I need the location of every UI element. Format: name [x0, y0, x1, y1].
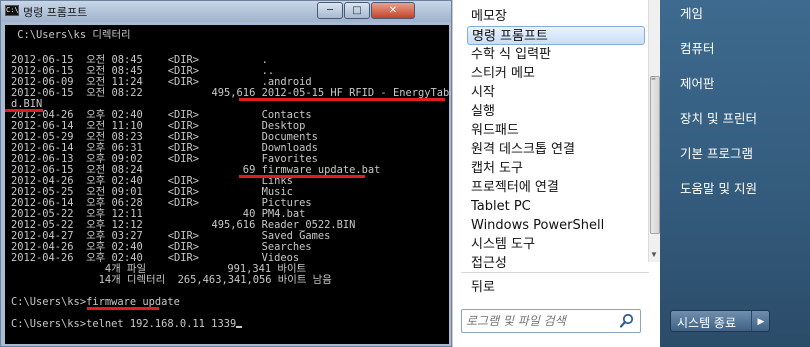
places-control-panel[interactable]: 제어판: [680, 73, 715, 92]
menu-item-snipping-tool[interactable]: 캡처 도구: [467, 159, 645, 178]
start-menu-programs: 메모장 명령 프롬프트 수학 식 입력판 스티커 메모 시작 실행 워드패드 원…: [452, 0, 658, 347]
menu-item-system-tools[interactable]: 시스템 도구: [467, 235, 645, 254]
cmd-titlebar[interactable]: C:\ 명령 프롬프트 ─ □ ✕: [1, 1, 451, 22]
highlight-underline: [239, 175, 365, 178]
menu-item-projector[interactable]: 프로젝터에 연결: [467, 178, 645, 197]
places-computer[interactable]: 컴퓨터: [680, 38, 715, 57]
close-button[interactable]: ✕: [371, 2, 415, 19]
menu-item-remote-desktop[interactable]: 원격 데스크톱 연결: [467, 140, 645, 159]
menu-item-command-prompt[interactable]: 명령 프롬프트: [467, 26, 645, 45]
menu-item-wordpad[interactable]: 워드패드: [467, 121, 645, 140]
cmd-window-title: 명령 프롬프트: [23, 6, 88, 19]
console-line: C:\Users\ks 디렉터리: [11, 29, 131, 41]
command-prompt-window: C:\ 명령 프롬프트 ─ □ ✕ C:\Users\ks 디렉터리 2012-…: [0, 0, 452, 347]
menu-item-math-input[interactable]: 수학 식 입력판: [467, 45, 645, 64]
menu-item-accessibility[interactable]: 접근성: [467, 254, 645, 273]
shutdown-options-arrow-icon[interactable]: ▶: [751, 311, 770, 331]
console-output[interactable]: C:\Users\ks 디렉터리 2012-06-15 오전 08:45 <DI…: [5, 25, 449, 344]
scroll-down-icon[interactable]: ▼: [650, 250, 658, 259]
highlight-underline: [87, 307, 159, 310]
places-help-support[interactable]: 도움말 및 지원: [680, 178, 757, 197]
text-cursor: [236, 326, 243, 328]
magnifier-icon[interactable]: [618, 313, 636, 329]
menu-item-sticky-notes[interactable]: 스티커 메모: [467, 64, 645, 83]
minimize-button[interactable]: ─: [317, 2, 343, 19]
places-devices-printers[interactable]: 장치 및 프린터: [680, 108, 757, 127]
console-line: 14개 디렉터리 265,463,341,056 바이트 남음: [11, 274, 332, 286]
console-icon: C:\: [5, 5, 19, 16]
menu-item-tablet-pc[interactable]: Tablet PC: [467, 197, 645, 216]
menu-item-notepad[interactable]: 메모장: [467, 7, 645, 26]
shutdown-label: 시스템 종료: [677, 316, 737, 330]
console-prompt-line: C:\Users\ks>telnet 192.168.0.11 1339: [11, 318, 243, 330]
back-button[interactable]: 뒤로: [471, 276, 495, 295]
menu-divider: [461, 272, 649, 273]
search-box[interactable]: [461, 309, 641, 333]
places-games[interactable]: 게임: [680, 3, 703, 22]
shutdown-button[interactable]: 시스템 종료 ▶: [670, 310, 770, 332]
start-menu-places: 게임 컴퓨터 제어판 장치 및 프린터 기본 프로그램 도움말 및 지원 시스템…: [660, 0, 810, 347]
search-input[interactable]: [462, 310, 612, 332]
console-command: C:\Users\ks>telnet 192.168.0.11 1339: [11, 318, 237, 330]
menu-item-start[interactable]: 시작: [467, 83, 645, 102]
menu-item-powershell[interactable]: Windows PowerShell: [467, 216, 645, 235]
places-default-programs[interactable]: 기본 프로그램: [680, 143, 753, 162]
highlight-underline: [5, 109, 43, 112]
menu-item-run[interactable]: 실행: [467, 102, 645, 121]
grip-icon: ≡: [651, 74, 656, 83]
scrollbar-thumb[interactable]: [650, 76, 660, 234]
highlight-underline: [239, 98, 445, 101]
maximize-button[interactable]: □: [344, 2, 370, 19]
menu-scrollbar[interactable]: ≡ ▼: [648, 0, 660, 262]
